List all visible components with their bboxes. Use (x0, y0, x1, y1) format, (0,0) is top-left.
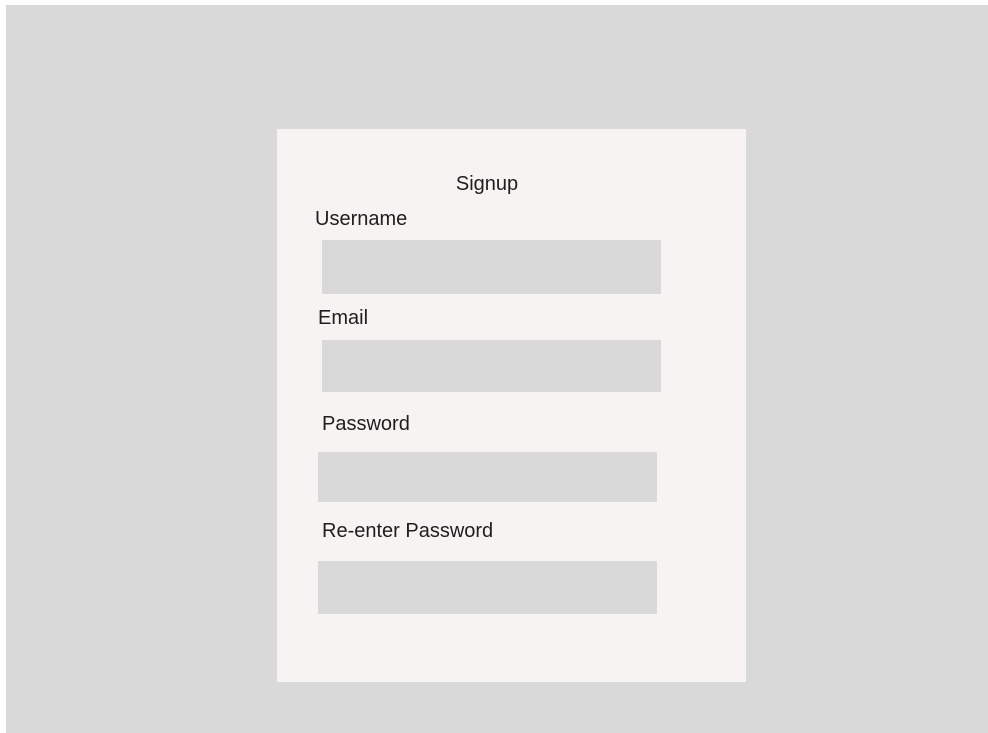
reenter-password-input[interactable] (318, 561, 657, 614)
password-label: Password (322, 413, 410, 435)
username-input[interactable] (322, 240, 661, 294)
email-label: Email (318, 307, 369, 329)
username-label: Username (315, 208, 408, 230)
email-input[interactable] (322, 340, 661, 392)
signup-title: Signup (455, 173, 519, 195)
page-background: Signup Username Email Password Re-enter … (6, 5, 988, 733)
signup-card: Signup Username Email Password Re-enter … (277, 129, 746, 682)
reenter-password-label: Re-enter Password (322, 520, 494, 542)
password-input[interactable] (318, 452, 657, 502)
